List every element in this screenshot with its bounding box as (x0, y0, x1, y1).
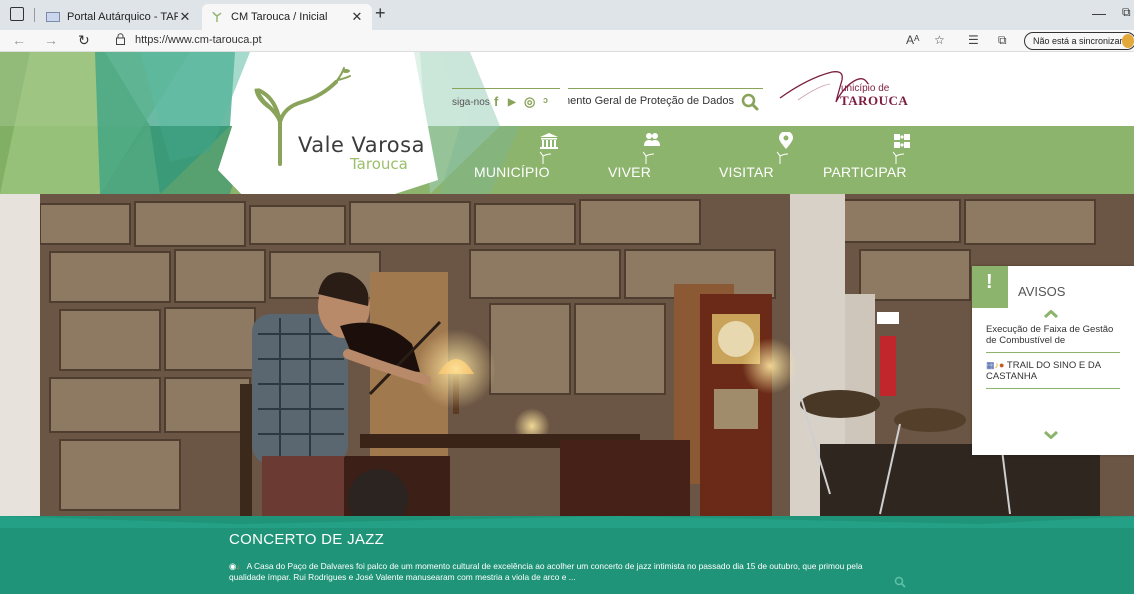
site-viewport: Vale Varosa Tarouca siga-nos f ▶ ◎ ᵓ uni… (0, 52, 1134, 596)
collections-icon[interactable]: ⧉ (998, 33, 1007, 48)
tab-title: Portal Autárquico - TAROUCA (67, 11, 178, 23)
municipality-name: TAROUCA (840, 93, 909, 108)
reload-icon[interactable]: ↻ (78, 32, 90, 49)
alert-icon: ! (972, 266, 1008, 308)
tab-separator (34, 8, 35, 22)
chevron-down-icon[interactable] (1044, 431, 1058, 439)
aviso-divider (986, 352, 1120, 353)
new-tab-button[interactable]: + (375, 3, 386, 24)
tab-actions-icon[interactable] (10, 7, 24, 21)
back-arrow-icon[interactable]: ← (12, 32, 26, 48)
aviso-divider (986, 388, 1120, 389)
lock-icon (116, 33, 125, 45)
chestnut-emoji-icon: ● (999, 360, 1005, 370)
facebook-icon[interactable]: f (494, 94, 498, 109)
maximize-window-button[interactable]: ⧉ (1122, 5, 1131, 20)
tree-favicon-icon (212, 12, 222, 22)
youtube-icon[interactable]: ▶ (508, 97, 516, 108)
header-divider (452, 88, 560, 89)
add-favorite-icon[interactable]: ☆ (934, 33, 945, 47)
profile-avatar[interactable] (1122, 34, 1134, 48)
building-icon[interactable] (539, 132, 559, 166)
featured-news-text: ◉♩ A Casa do Paço de Dalvares foi palco … (229, 561, 869, 582)
featured-news-title[interactable]: CONCERTO DE JAZZ (229, 531, 384, 548)
map-pin-icon[interactable] (776, 132, 796, 166)
featured-news-summary: A Casa do Paço de Dalvares foi palco de … (229, 561, 863, 582)
browser-tab-portal[interactable]: Portal Autárquico - TAROUCA ✕ (38, 4, 200, 30)
menu-item-municipio[interactable]: MUNICÍPIO (474, 164, 550, 180)
instagram-icon[interactable]: ◎ (524, 94, 535, 110)
follow-label: siga-nos (452, 97, 490, 108)
logo-subtitle: Tarouca (350, 155, 408, 173)
read-aloud-icon[interactable]: A͏ᴬ (906, 33, 919, 47)
favorites-icon[interactable]: ☰ (968, 33, 979, 47)
calendar-emoji-icon: ▦ (986, 360, 995, 370)
search-underline (568, 88, 763, 89)
violin-emoji-icon: ♩ (236, 561, 245, 571)
band-decoration (0, 516, 1134, 528)
hero-photo (0, 194, 1134, 518)
address-bar: ← → ↻ https://www.cm-tarouca.pt A͏ᴬ ☆ ☰ … (0, 30, 1134, 52)
search-input[interactable] (568, 92, 734, 110)
minimize-window-button[interactable]: — (1092, 5, 1106, 21)
aviso-item-combustivel[interactable]: Execução de Faixa de Gestão de Combustív… (986, 324, 1120, 346)
browser-tabbar: Portal Autárquico - TAROUCA ✕ CM Tarouca… (0, 0, 1134, 30)
menu-item-participar[interactable]: PARTICIPAR (823, 164, 907, 180)
browser-tab-tarouca[interactable]: CM Tarouca / Inicial ✕ (202, 4, 372, 30)
logo-name: Vale Varosa (298, 133, 425, 157)
zoom-icon[interactable] (894, 576, 906, 588)
close-tab-icon[interactable]: ✕ (350, 9, 364, 25)
url-field[interactable]: https://www.cm-tarouca.pt (135, 34, 262, 46)
rss-icon[interactable]: ᵓ (543, 94, 548, 109)
people-icon[interactable] (642, 132, 662, 166)
avisos-title: AVISOS (1018, 284, 1066, 299)
close-tab-icon[interactable]: ✕ (178, 9, 192, 25)
search-icon[interactable] (740, 92, 760, 112)
menu-item-viver[interactable]: VIVER (608, 164, 651, 180)
tab-title: CM Tarouca / Inicial (231, 11, 328, 23)
avisos-panel: ! AVISOS Execução de Faixa de Gestão de … (972, 266, 1134, 455)
header-decoration (0, 52, 520, 194)
portal-favicon-icon (46, 12, 60, 22)
chevron-up-icon[interactable] (1044, 310, 1058, 318)
sync-status-button[interactable]: Não está a sincronizar (1024, 32, 1134, 50)
aviso-item-trail[interactable]: ▦♪● TRAIL DO SINO E DA CASTANHA (986, 360, 1120, 382)
menu-item-visitar[interactable]: VISITAR (719, 164, 774, 180)
forward-arrow-icon[interactable]: → (44, 32, 58, 48)
puzzle-icon[interactable] (892, 132, 912, 166)
featured-news-band (0, 516, 1134, 594)
aviso-item-label: TRAIL DO SINO E DA CASTANHA (986, 360, 1101, 382)
